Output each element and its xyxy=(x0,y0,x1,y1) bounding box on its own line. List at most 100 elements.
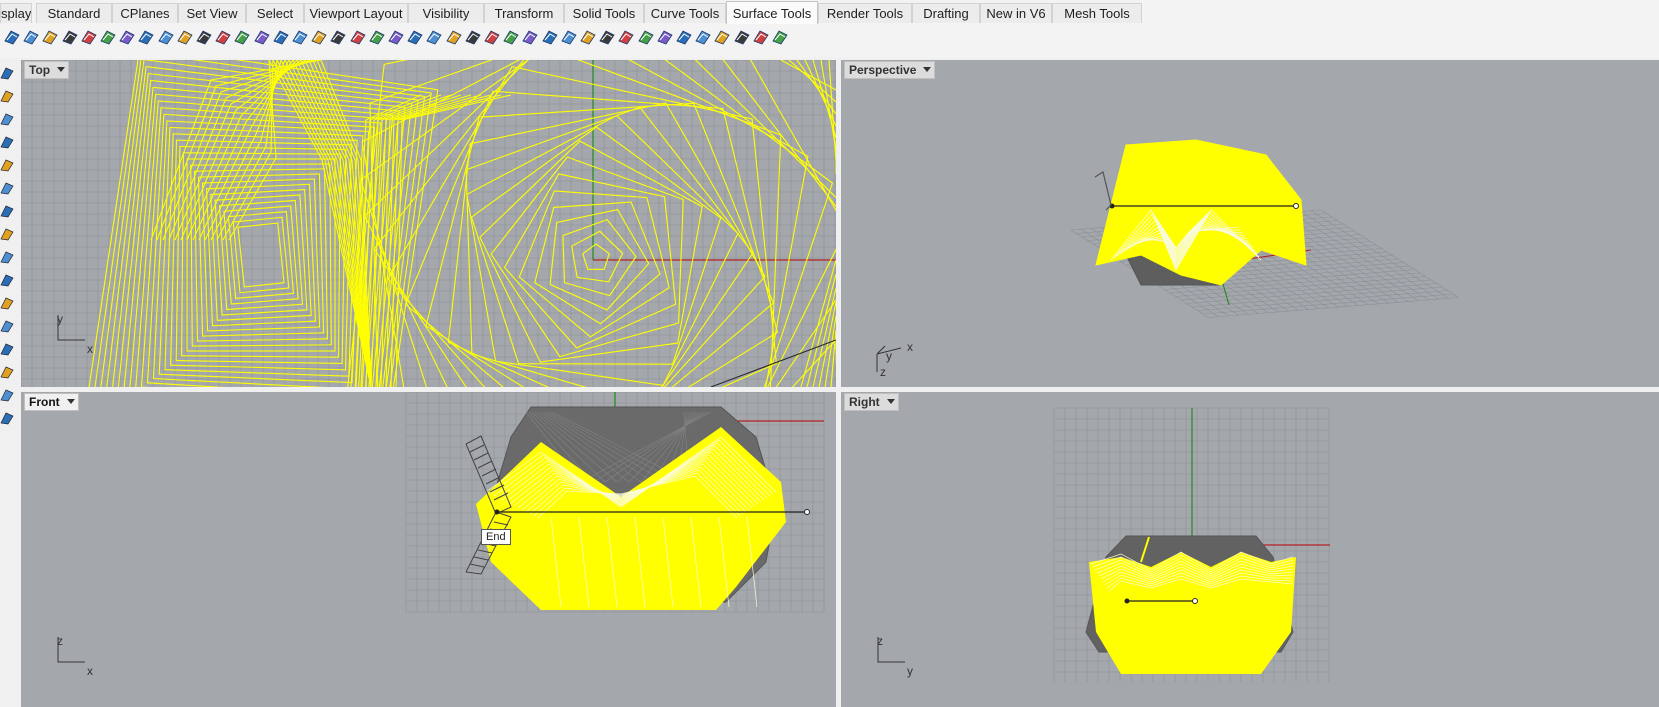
viewport-top-label[interactable]: Top xyxy=(24,61,70,79)
right-view-wireframe xyxy=(1053,407,1330,682)
deform-icon[interactable] xyxy=(617,28,635,46)
unroll-icon[interactable] xyxy=(349,28,367,46)
axis-label-y: y xyxy=(907,664,913,678)
bend-icon[interactable] xyxy=(675,28,693,46)
viewport-top-title: Top xyxy=(29,63,51,77)
splop-icon[interactable] xyxy=(637,28,655,46)
analysis-icon[interactable] xyxy=(694,28,712,46)
viewport-right[interactable]: Right z y xyxy=(841,392,1659,707)
rebuild-icon[interactable] xyxy=(233,28,251,46)
fillet-icon[interactable] xyxy=(195,28,213,46)
dropdown-arrow-icon[interactable] xyxy=(923,67,932,72)
viewport-front-title: Front xyxy=(29,395,60,409)
fit-icon[interactable] xyxy=(368,28,386,46)
surface-from-curves-icon[interactable] xyxy=(3,28,21,46)
dropdown-arrow-icon[interactable] xyxy=(886,399,895,404)
tab-display[interactable]: splay xyxy=(0,3,32,23)
pipe-icon[interactable] xyxy=(560,28,578,46)
color-icon[interactable] xyxy=(713,28,731,46)
tab-mesh-tools[interactable]: Mesh Tools xyxy=(1052,3,1142,23)
surface-icon[interactable] xyxy=(0,181,14,195)
sweep-icon[interactable] xyxy=(61,28,79,46)
blend-icon[interactable] xyxy=(157,28,175,46)
axis-label-x: x xyxy=(907,340,913,354)
untrim-icon[interactable] xyxy=(329,28,347,46)
match-icon[interactable] xyxy=(253,28,271,46)
dimension-icon[interactable] xyxy=(752,28,770,46)
select-icon[interactable] xyxy=(541,28,559,46)
arc-icon[interactable] xyxy=(0,112,14,126)
tab-select[interactable]: Select xyxy=(246,3,304,23)
viewport-perspective[interactable]: Perspective x y z xyxy=(841,60,1659,387)
rectangle-icon[interactable] xyxy=(0,135,14,149)
zebra-icon[interactable] xyxy=(445,28,463,46)
mesh-icon[interactable] xyxy=(0,273,14,287)
axis-label-z: z xyxy=(877,634,883,648)
dome-icon[interactable] xyxy=(0,388,14,402)
chamfer-icon[interactable] xyxy=(214,28,232,46)
tab-surface-tools[interactable]: Surface Tools xyxy=(726,1,818,24)
split-icon[interactable] xyxy=(291,28,309,46)
extrude-icon[interactable] xyxy=(0,250,14,264)
environment-icon[interactable] xyxy=(502,28,520,46)
viewport-front-label[interactable]: Front xyxy=(24,393,79,411)
edge-icon[interactable] xyxy=(137,28,155,46)
offset-icon[interactable] xyxy=(176,28,194,46)
twist-icon[interactable] xyxy=(656,28,674,46)
axis-label-y: y xyxy=(57,312,63,326)
deg-icon[interactable] xyxy=(387,28,405,46)
curvature-icon[interactable] xyxy=(464,28,482,46)
flow-icon[interactable] xyxy=(598,28,616,46)
tab-standard[interactable]: Standard xyxy=(36,3,112,23)
extrude-icon[interactable] xyxy=(22,28,40,46)
dropdown-arrow-icon[interactable] xyxy=(57,67,66,72)
viewport-perspective-label[interactable]: Perspective xyxy=(844,61,936,79)
loft-icon[interactable] xyxy=(41,28,59,46)
front-view-wireframe xyxy=(405,392,825,613)
viewport-right-title: Right xyxy=(849,395,880,409)
uv-icon[interactable] xyxy=(733,28,751,46)
point-icon[interactable] xyxy=(521,28,539,46)
sphere-icon[interactable] xyxy=(0,342,14,356)
top-view-wireframe xyxy=(21,60,836,387)
transform-icon[interactable] xyxy=(0,296,14,310)
plane-icon[interactable] xyxy=(0,227,14,241)
viewport-top[interactable]: Top y x xyxy=(21,60,836,387)
network-icon[interactable] xyxy=(118,28,136,46)
axis-label-x: x xyxy=(87,342,93,356)
merge-icon[interactable] xyxy=(272,28,290,46)
trim-icon[interactable] xyxy=(310,28,328,46)
tab-visibility[interactable]: Visibility xyxy=(408,3,484,23)
tab-transform[interactable]: Transform xyxy=(484,3,564,23)
patch-icon[interactable] xyxy=(99,28,117,46)
tab-solid-tools[interactable]: Solid Tools xyxy=(564,3,644,23)
tab-render-tools[interactable]: Render Tools xyxy=(818,3,912,23)
left-tool-column xyxy=(0,58,20,707)
cone-icon[interactable] xyxy=(0,319,14,333)
surface-toolbar xyxy=(0,24,1659,58)
axis-label-x: x xyxy=(87,664,93,678)
curve-icon[interactable] xyxy=(0,89,14,103)
grid-icon[interactable] xyxy=(771,28,789,46)
dropdown-arrow-icon[interactable] xyxy=(66,399,75,404)
polyline-icon[interactable] xyxy=(0,66,14,80)
shrink-icon[interactable] xyxy=(425,28,443,46)
tab-cplanes[interactable]: CPlanes xyxy=(112,3,178,23)
tab-drafting[interactable]: Drafting xyxy=(912,3,980,23)
box-icon[interactable] xyxy=(0,204,14,218)
circle-icon[interactable] xyxy=(0,158,14,172)
torus-icon[interactable] xyxy=(0,365,14,379)
revolve-icon[interactable] xyxy=(80,28,98,46)
draft-icon[interactable] xyxy=(483,28,501,46)
tab-new-in-v6[interactable]: New in V6 xyxy=(980,3,1052,23)
axis-label-z: z xyxy=(880,365,886,379)
viewport-front[interactable]: Front End z x xyxy=(21,392,836,707)
axis-label-y: y xyxy=(886,349,892,363)
viewport-right-label[interactable]: Right xyxy=(844,393,899,411)
flatten-icon[interactable] xyxy=(406,28,424,46)
rail-icon[interactable] xyxy=(579,28,597,46)
tab-viewport-layout[interactable]: Viewport Layout xyxy=(304,3,408,23)
tab-curve-tools[interactable]: Curve Tools xyxy=(644,3,726,23)
array-icon[interactable] xyxy=(0,411,14,425)
tab-set-view[interactable]: Set View xyxy=(178,3,246,23)
